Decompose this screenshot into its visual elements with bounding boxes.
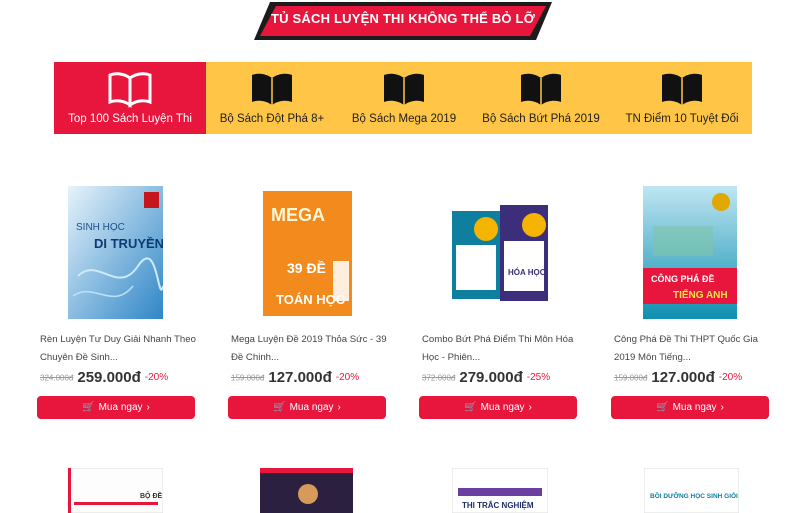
tab-tn-diem-10[interactable]: TN Điểm 10 Tuyệt Đối — [612, 62, 752, 134]
cart-icon: 🛒 — [82, 402, 95, 413]
tab-label: Bộ Sách Mega 2019 — [351, 113, 457, 125]
book-icon — [521, 73, 561, 105]
chevron-right-icon: › — [528, 402, 532, 413]
cover-title-1: HÓA HỌC — [508, 268, 546, 277]
banner-title: TỦ SÁCH LUYỆN THI KHÔNG THỂ BỎ LỠ — [271, 11, 535, 26]
category-tabs: Top 100 Sách Luyện Thi Bộ Sách Đột Phá 8… — [54, 62, 752, 134]
tab-top-100[interactable]: Top 100 Sách Luyện Thi — [54, 62, 206, 134]
cover-text: THI TRẮC NGHIỆM — [462, 501, 534, 510]
tab-dot-pha[interactable]: Bộ Sách Đột Phá 8+ — [206, 62, 338, 134]
price-row: 324.000đ 259.000đ -20% — [40, 369, 168, 389]
product-title[interactable]: Rèn Luyện Tư Duy Giải Nhanh Theo Chuyên … — [40, 331, 198, 367]
tab-label: TN Điểm 10 Tuyệt Đối — [625, 113, 739, 125]
chevron-right-icon: › — [337, 402, 341, 413]
product-title[interactable]: Combo Bứt Phá Điểm Thi Môn Hóa Học - Phi… — [422, 331, 580, 367]
book-icon — [252, 73, 292, 105]
book-icon — [384, 73, 424, 105]
book-cover-row2[interactable]: BỒI DƯỠNG HỌC SINH GIỎI — [644, 468, 739, 513]
tab-mega[interactable]: Bộ Sách Mega 2019 — [338, 62, 470, 134]
cover-title-2: 39 ĐỀ — [287, 260, 326, 276]
old-price: 324.000đ — [40, 373, 74, 383]
discount-badge: -20% — [144, 372, 169, 384]
cover-title-1: MEGA — [271, 205, 325, 225]
book-cover[interactable]: MEGA 39 ĐỀ TOÁN HỌC — [263, 191, 352, 316]
sale-price: 279.000đ — [459, 369, 523, 387]
cart-icon: 🛒 — [656, 402, 669, 413]
sale-price: 127.000đ — [651, 369, 715, 387]
chevron-right-icon: › — [720, 402, 724, 413]
cover-title-2: TIẾNG ANH — [673, 288, 728, 301]
cover-title-3: TOÁN HỌC — [276, 292, 346, 307]
product-title[interactable]: Công Phá Đề Thi THPT Quốc Gia 2019 Môn T… — [614, 331, 772, 367]
page: TỦ SÁCH LUYỆN THI KHÔNG THỂ BỎ LỠ Top 10… — [0, 0, 800, 513]
tab-label: Bộ Sách Bứt Phá 2019 — [482, 113, 600, 125]
cart-icon: 🛒 — [464, 402, 477, 413]
book-icon — [662, 73, 702, 105]
sale-price: 127.000đ — [268, 369, 332, 387]
cover-title-1: SINH HỌC — [76, 222, 125, 233]
cover-title-2: DI TRUYỀN — [94, 236, 163, 251]
buy-now-button[interactable]: 🛒 Mua ngay › — [37, 396, 195, 419]
book-cover[interactable]: CÔNG PHÁ ĐỀ TIẾNG ANH — [643, 186, 737, 319]
price-row: 372.000đ 279.000đ -25% — [422, 369, 550, 389]
discount-badge: -20% — [335, 372, 360, 384]
buy-now-button[interactable]: 🛒 Mua ngay › — [611, 396, 769, 419]
cover-title-1: CÔNG PHÁ ĐỀ — [651, 273, 715, 284]
old-price: 159.000đ — [614, 373, 648, 383]
book-cover-row2[interactable] — [260, 468, 353, 513]
section-banner: TỦ SÁCH LUYỆN THI KHÔNG THỂ BỎ LỠ — [254, 2, 552, 40]
cart-icon: 🛒 — [273, 402, 286, 413]
book-cover[interactable]: HÓA HỌC — [452, 205, 548, 301]
discount-badge: -25% — [526, 372, 551, 384]
price-row: 159.000đ 127.000đ -20% — [614, 369, 742, 389]
product-title[interactable]: Mega Luyện Đề 2019 Thỏa Sức - 39 Đề Chin… — [231, 331, 389, 367]
tab-label: Bộ Sách Đột Phá 8+ — [219, 113, 325, 125]
old-price: 372.000đ — [422, 373, 456, 383]
book-cover-row2[interactable]: THI TRẮC NGHIỆM — [452, 468, 548, 513]
chevron-right-icon: › — [146, 402, 150, 413]
discount-badge: -20% — [718, 372, 743, 384]
old-price: 159.000đ — [231, 373, 265, 383]
sale-price: 259.000đ — [77, 369, 141, 387]
buy-now-button[interactable]: 🛒 Mua ngay › — [228, 396, 386, 419]
tab-but-pha[interactable]: Bộ Sách Bứt Phá 2019 — [470, 62, 612, 134]
open-book-icon — [108, 72, 152, 108]
book-cover-row2[interactable]: BỘ ĐỀ — [68, 468, 163, 513]
book-cover[interactable]: SINH HỌC DI TRUYỀN — [68, 186, 163, 319]
tab-label: Top 100 Sách Luyện Thi — [68, 113, 192, 125]
buy-now-button[interactable]: 🛒 Mua ngay › — [419, 396, 577, 419]
price-row: 159.000đ 127.000đ -20% — [231, 369, 359, 389]
